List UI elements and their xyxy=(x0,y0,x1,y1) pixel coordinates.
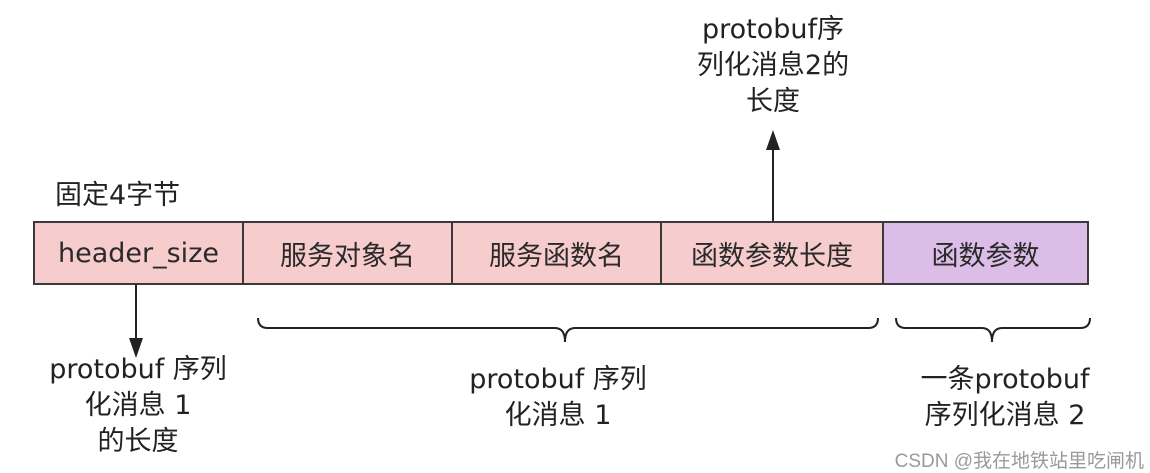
right-annotation: 一条protobuf 序列化消息 2 xyxy=(880,362,1130,434)
right-brace xyxy=(895,317,1091,343)
cell-service-object-name: 服务对象名 xyxy=(242,221,453,285)
cell-header-size: header_size xyxy=(33,221,244,285)
left-annotation-line-1: protobuf 序列 xyxy=(49,354,227,385)
left-annotation-line-2: 化消息 1 xyxy=(84,390,192,421)
top-arrow-head xyxy=(766,130,780,150)
top-annotation-line-2: 列化消息2的 xyxy=(696,50,850,81)
cell-args-length: 函数参数长度 xyxy=(660,221,884,285)
top-annotation: protobuf序 列化消息2的 长度 xyxy=(653,12,893,120)
top-annotation-line-1: protobuf序 xyxy=(701,14,845,45)
left-annotation-line-3: 的长度 xyxy=(97,426,179,457)
left-annotation: protobuf 序列 化消息 1 的长度 xyxy=(8,352,268,460)
cell-service-method-name: 服务函数名 xyxy=(451,221,662,285)
middle-brace xyxy=(257,317,879,343)
middle-annotation-line-2: 化消息 1 xyxy=(504,400,612,431)
cell-args: 函数参数 xyxy=(882,221,1089,285)
middle-annotation: protobuf 序列 化消息 1 xyxy=(428,362,688,434)
right-annotation-line-1: 一条protobuf xyxy=(920,364,1090,395)
right-annotation-line-2: 序列化消息 2 xyxy=(924,400,1086,431)
top-annotation-line-3: 长度 xyxy=(746,86,800,117)
fixed-size-label: 固定4字节 xyxy=(55,180,181,211)
middle-annotation-line-1: protobuf 序列 xyxy=(469,364,647,395)
